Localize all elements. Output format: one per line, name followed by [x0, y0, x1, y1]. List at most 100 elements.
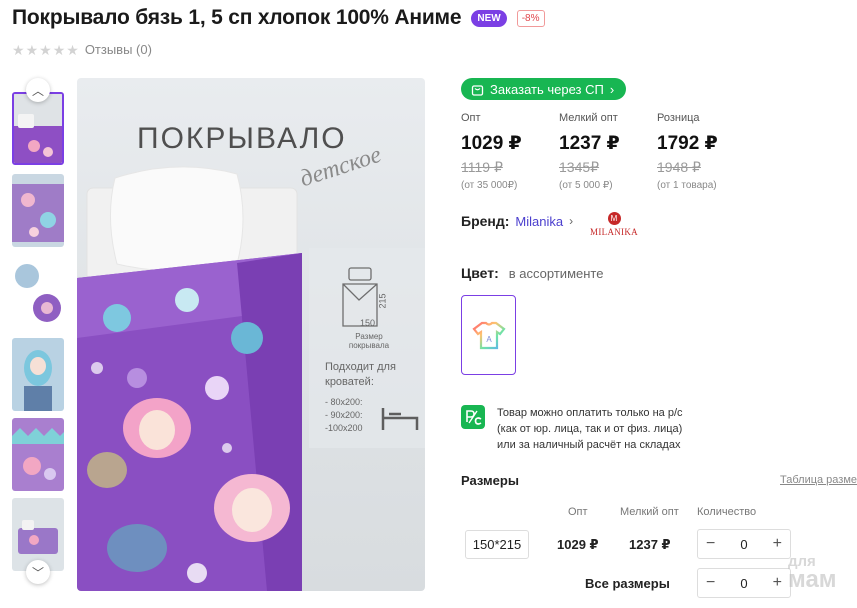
brand-link[interactable]: Milanika — [515, 214, 563, 229]
star-icon: ★ — [12, 41, 25, 58]
price-column-opt: Опт 1029 ₽ 1119 ₽ (от 35 000₽) — [461, 112, 559, 191]
thumbnail-image — [14, 94, 62, 163]
all-sizes-quantity[interactable]: 0 — [740, 576, 747, 591]
beds-list: - 80x200: - 90x200: -100x200 — [325, 396, 363, 435]
size-option-150x215[interactable]: 150*215 — [465, 530, 529, 559]
beds-heading: Подходит для кроватей: — [325, 360, 396, 390]
price-column-small-opt: Мелкий опт 1237 ₽ 1345₽ (от 5 000 ₽) — [559, 112, 657, 191]
brand-logo-text: MILANIKA — [590, 227, 638, 237]
price-value: 1029 ₽ — [461, 133, 522, 154]
header-opt: Опт — [568, 506, 588, 518]
main-product-image[interactable]: ПОКРЫВАЛО детское 215 150 Размер покрыва… — [77, 78, 425, 591]
shopping-bag-icon — [471, 84, 484, 96]
payment-text-line: (как от юр. лица, так и от физ. лица) — [497, 423, 683, 435]
price-label: Мелкий опт — [559, 112, 618, 124]
discount-badge: -8% — [516, 9, 545, 27]
bed-size: -100x200 — [325, 423, 363, 433]
price-label: Розница — [657, 112, 700, 124]
thumbs-up-button[interactable]: ︿ — [26, 78, 50, 102]
header-small-opt: Мелкий опт — [620, 506, 679, 518]
row-small-opt-price: 1237 ₽ — [629, 537, 671, 552]
size-width: 150 — [360, 318, 376, 328]
thumbnail-image — [12, 258, 64, 331]
minus-button[interactable]: − — [706, 535, 715, 553]
payment-text: Товар можно оплатить только на р/с (как … — [497, 405, 683, 453]
price-note: (от 1 товара) — [657, 180, 717, 191]
brand-logo[interactable]: M MILANIKA — [590, 212, 638, 242]
minus-button[interactable]: − — [706, 574, 715, 592]
chevron-down-icon: ﹀ — [31, 565, 44, 580]
rating-stars[interactable]: ★ ★ ★ ★ ★ — [12, 43, 79, 57]
watermark-line: мам — [788, 566, 837, 594]
size-caption: Размер покрывала — [333, 332, 405, 350]
all-sizes-stepper: − 0 + — [697, 568, 791, 598]
size-height: 215 — [377, 293, 388, 309]
thumbnail-image — [12, 338, 64, 411]
brand-label: Бренд: — [461, 213, 510, 229]
price-note: (от 5 000 ₽) — [559, 180, 613, 191]
price-value: 1792 ₽ — [657, 133, 718, 154]
color-value: в ассортименте — [508, 266, 604, 281]
thumbs-down-button[interactable]: ﹀ — [26, 560, 50, 584]
star-icon: ★ — [25, 41, 39, 58]
plus-button[interactable]: + — [773, 535, 782, 553]
thumbnail-strip: ︿ ﹀ — [12, 78, 64, 593]
tshirt-icon: A — [471, 321, 506, 350]
thumbnail-1[interactable] — [12, 92, 64, 165]
order-via-sp-button[interactable]: Заказать через СП › — [461, 78, 627, 100]
price-value: 1237 ₽ — [559, 133, 620, 154]
size-caption-line: покрывала — [348, 341, 390, 350]
all-sizes-label: Все размеры — [585, 576, 670, 591]
quantity-stepper: − 0 + — [697, 529, 791, 559]
svg-text:A: A — [486, 335, 492, 344]
thumbnail-3[interactable] — [12, 258, 64, 331]
reviews-link[interactable]: Отзывы (0) — [85, 42, 152, 57]
row-opt-price: 1029 ₽ — [557, 537, 599, 552]
color-row: Цвет: в ассортименте — [461, 265, 603, 281]
brand-row: Бренд: Milanika › — [461, 213, 573, 229]
payment-text-line: или за наличный расчёт на складах — [497, 439, 681, 451]
payment-text-line: Товар можно оплатить только на р/с — [497, 407, 683, 419]
payment-rs-icon — [461, 405, 485, 429]
header-quantity: Количество — [697, 506, 757, 518]
price-old: 1119 ₽ — [461, 159, 503, 175]
color-label: Цвет: — [461, 265, 499, 281]
size-table-link[interactable]: Таблица разме — [780, 474, 857, 486]
star-icon: ★ — [39, 41, 52, 58]
bed-size: - 90x200: — [325, 410, 363, 420]
star-icon: ★ — [52, 41, 66, 58]
color-swatch[interactable]: A — [461, 295, 516, 375]
bed-size: - 80x200: — [325, 397, 363, 407]
payment-rs-glyph — [466, 410, 482, 425]
price-old: 1948 ₽ — [657, 159, 701, 175]
chevron-up-icon: ︿ — [31, 83, 44, 98]
beds-heading-line: Подходит для — [325, 361, 396, 373]
thumbnail-2[interactable] — [12, 174, 64, 247]
price-label: Опт — [461, 112, 481, 124]
chevron-right-icon: › — [609, 81, 615, 97]
order-button-label: Заказать через СП — [490, 81, 604, 97]
star-icon: ★ — [66, 41, 79, 58]
watermark-logo: для мам — [788, 554, 837, 594]
price-old: 1345₽ — [559, 159, 600, 175]
thumbnail-5[interactable] — [12, 418, 64, 491]
thumbnail-4[interactable] — [12, 338, 64, 411]
sizes-title: Размеры — [461, 473, 519, 488]
product-title: Покрывало бязь 1, 5 сп хлопок 100% Аниме — [12, 6, 462, 29]
price-column-retail: Розница 1792 ₽ 1948 ₽ (от 1 товара) — [657, 112, 755, 191]
price-table: Опт 1029 ₽ 1119 ₽ (от 35 000₽) Мелкий оп… — [461, 112, 755, 191]
title-row: Покрывало бязь 1, 5 сп хлопок 100% Аниме… — [12, 6, 545, 30]
brand-logo-mark: M — [607, 212, 621, 225]
chevron-right-icon: › — [569, 214, 574, 228]
size-caption-line: Размер — [355, 332, 383, 341]
thumbnail-image — [12, 174, 64, 247]
image-heading: ПОКРЫВАЛО — [137, 122, 347, 155]
beds-heading-line: кроватей: — [325, 376, 374, 388]
payment-notice: Товар можно оплатить только на р/с (как … — [461, 405, 683, 453]
price-note: (от 35 000₽) — [461, 180, 518, 191]
plus-button[interactable]: + — [773, 574, 782, 592]
rating-row: ★ ★ ★ ★ ★ Отзывы (0) — [12, 42, 152, 57]
thumbnail-image — [12, 418, 64, 491]
quantity-value[interactable]: 0 — [740, 537, 747, 552]
new-badge: NEW — [471, 9, 507, 27]
